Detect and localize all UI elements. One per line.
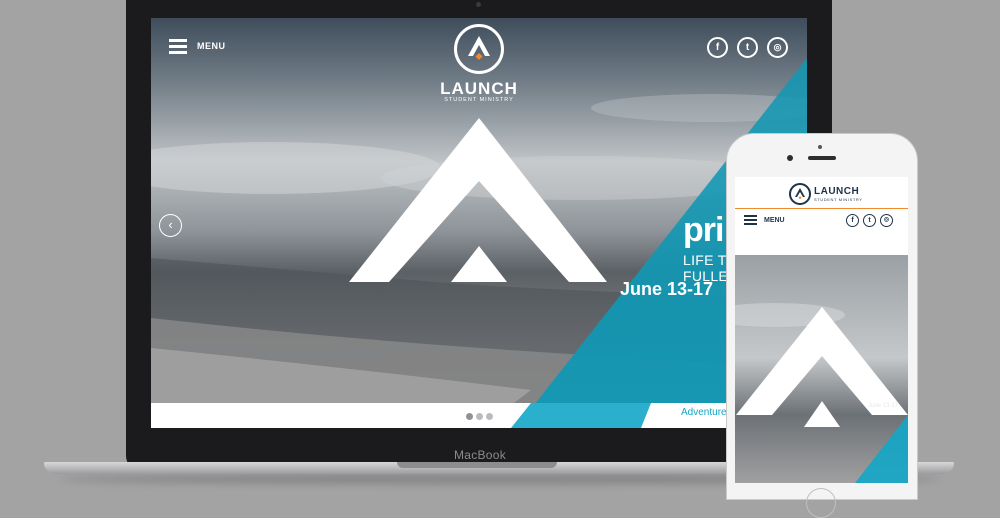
brand-name: LAUNCH (440, 79, 518, 98)
mobile-hero-image (735, 255, 908, 483)
mobile-facebook-icon[interactable]: f (846, 214, 859, 227)
hero-headline: pri (683, 211, 724, 249)
menu-button[interactable] (169, 39, 187, 54)
laptop-notch (397, 462, 557, 468)
adventure-link[interactable]: Adventure (681, 407, 727, 418)
mobile-brand-name: LAUNCH (814, 186, 860, 197)
mobile-menu-label[interactable]: MENU (764, 217, 785, 224)
mobile-instagram-icon[interactable]: ◎ (880, 214, 893, 227)
laptop-brand-label: MacBook (453, 448, 507, 462)
laptop-camera (476, 2, 481, 7)
slider-dot[interactable] (486, 413, 493, 420)
phone-camera (787, 155, 793, 161)
instagram-icon[interactable]: ◎ (767, 37, 788, 58)
laptop-screen: MENU LAUNCH STUDENT MINISTRY f t ◎ ‹ pri… (151, 18, 807, 428)
menu-label[interactable]: MENU (197, 41, 226, 51)
mobile-menu-button[interactable] (744, 215, 757, 225)
mobile-hero-date: June 13-17 (868, 403, 899, 409)
mobile-twitter-icon[interactable]: t (863, 214, 876, 227)
phone-home-button[interactable] (806, 488, 836, 518)
twitter-icon[interactable]: t (737, 37, 758, 58)
facebook-icon[interactable]: f (707, 37, 728, 58)
phone-top-sensor (818, 145, 822, 149)
mobile-header-divider (735, 208, 908, 209)
mobile-brand-tagline: STUDENT MINISTRY (814, 197, 863, 202)
slider-prev-button[interactable]: ‹ (159, 214, 182, 237)
slider-dot[interactable] (466, 413, 473, 420)
mobile-brand-logo[interactable] (789, 183, 811, 205)
phone-speaker (808, 156, 836, 160)
slider-dot[interactable] (476, 413, 483, 420)
hero-date: June 13-17 (620, 279, 714, 299)
brand-logo[interactable] (454, 24, 504, 74)
brand-tagline: STUDENT MINISTRY (444, 97, 514, 103)
